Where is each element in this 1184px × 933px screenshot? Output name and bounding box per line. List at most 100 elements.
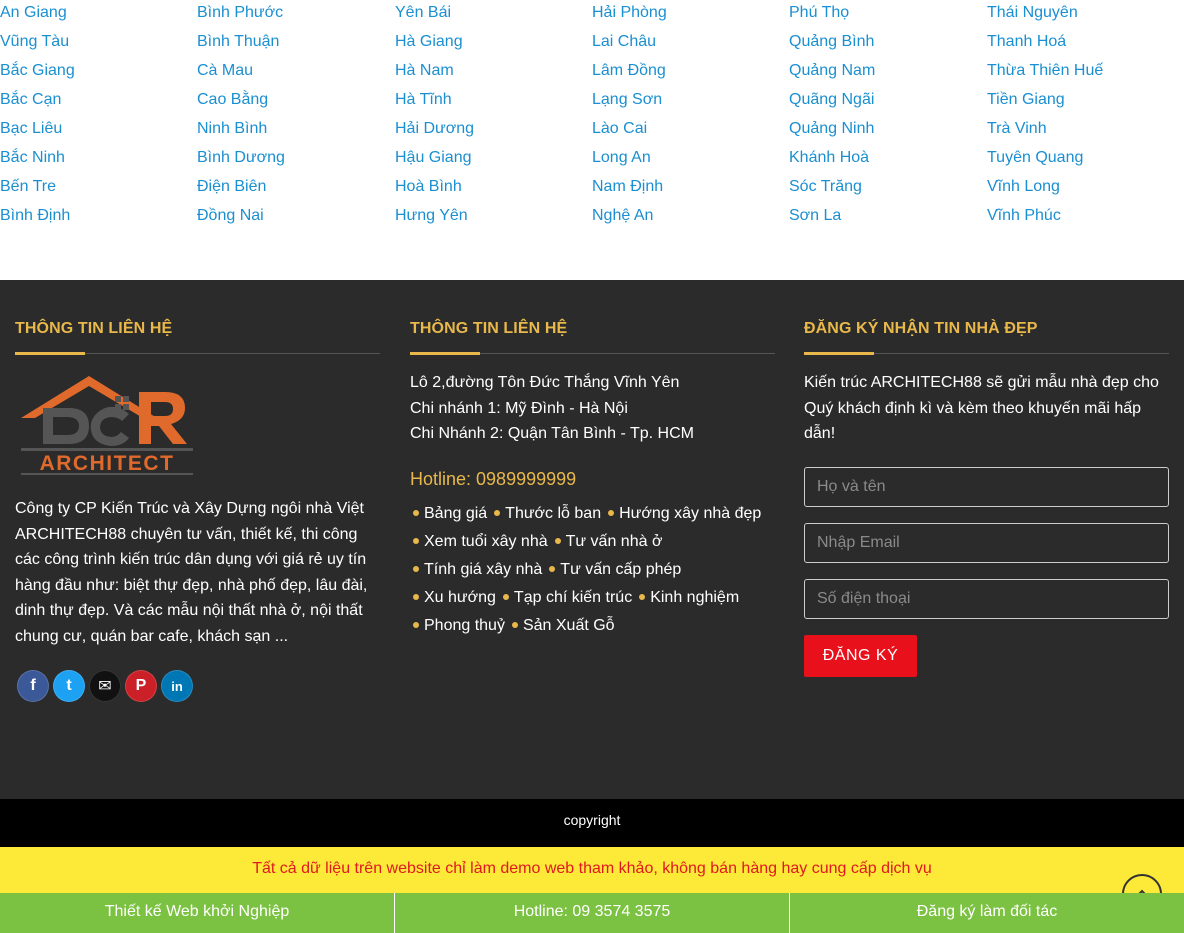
- province-link[interactable]: Bắc Cạn: [0, 87, 197, 116]
- bullet-icon: [639, 593, 646, 600]
- footer-link[interactable]: Xu hướng: [424, 589, 496, 606]
- footer-links-row: Bảng giá Thước lỗ ban Hướng xây nhà đẹp: [410, 500, 775, 528]
- footer-link[interactable]: Xem tuổi xây nhà: [424, 533, 548, 550]
- footer: THÔNG TIN LIÊN HỆ ARCHITECT Công ty CP K…: [0, 280, 1184, 799]
- province-link[interactable]: Cà Mau: [197, 58, 394, 87]
- email-input[interactable]: [804, 523, 1169, 563]
- province-column: Bình Phước Bình Thuận Cà Mau Cao Bằng Ninh B…: [197, 0, 394, 232]
- province-link[interactable]: Bạc Liêu: [0, 116, 197, 145]
- footer-links-row: Phong thuỷ Sản Xuất Gỗ: [410, 612, 775, 640]
- footer-col-title: THÔNG TIN LIÊN HỆ: [410, 320, 568, 337]
- pinterest-icon[interactable]: P: [125, 670, 157, 702]
- footer-link[interactable]: Phong thuỷ: [424, 617, 505, 634]
- footer-link[interactable]: Tư vấn nhà ở: [566, 533, 663, 550]
- province-link[interactable]: Lạng Sơn: [592, 87, 789, 116]
- province-link[interactable]: Sơn La: [789, 203, 986, 232]
- province-link[interactable]: Quãng Ngãi: [789, 87, 986, 116]
- footer-link[interactable]: Tạp chí kiến trúc: [514, 589, 632, 606]
- province-link[interactable]: Phú Thọ: [789, 0, 986, 29]
- facebook-icon[interactable]: f: [17, 670, 49, 702]
- bullet-icon: [413, 565, 419, 572]
- province-link[interactable]: Quảng Bình: [789, 29, 986, 58]
- province-link[interactable]: Khánh Hoà: [789, 145, 986, 174]
- province-link[interactable]: Hậu Giang: [395, 145, 592, 174]
- footer-col-title: THÔNG TIN LIÊN HỆ: [15, 320, 173, 337]
- province-link[interactable]: Bình Thuận: [197, 29, 394, 58]
- twitter-icon[interactable]: t: [53, 670, 85, 702]
- province-link[interactable]: Hà Giang: [395, 29, 592, 58]
- hotline-text[interactable]: Hotline: 0989999999: [410, 469, 576, 490]
- province-link[interactable]: Thanh Hoá: [987, 29, 1184, 58]
- province-link[interactable]: An Giang: [0, 0, 197, 29]
- bullet-icon: [413, 537, 419, 544]
- province-link[interactable]: Hưng Yên: [395, 203, 592, 232]
- bullet-icon: [608, 509, 615, 516]
- address-line: Lô 2,đường Tôn Đức Thắng Vĩnh Yên: [410, 374, 680, 391]
- bottom-action-bar: Thiết kế Web khởi Nghiệp Hotline: 09 357…: [0, 893, 1184, 933]
- province-link[interactable]: Vũng Tàu: [0, 29, 197, 58]
- province-link[interactable]: Yên Bái: [395, 0, 592, 29]
- province-link[interactable]: Thái Nguyên: [987, 0, 1184, 29]
- province-link[interactable]: Hà Tĩnh: [395, 87, 592, 116]
- bullet-icon: [502, 593, 509, 600]
- divider-accent: [410, 352, 480, 355]
- footer-link[interactable]: Tư vấn cấp phép: [560, 561, 681, 578]
- province-link[interactable]: Nghệ An: [592, 203, 789, 232]
- province-link[interactable]: Vĩnh Long: [987, 174, 1184, 203]
- province-link[interactable]: Vĩnh Phúc: [987, 203, 1184, 232]
- province-link[interactable]: Hà Nam: [395, 58, 592, 87]
- footer-link[interactable]: Sản Xuất Gỗ: [523, 617, 615, 634]
- province-link[interactable]: Tiền Giang: [987, 87, 1184, 116]
- province-link[interactable]: Quảng Nam: [789, 58, 986, 87]
- linkedin-icon[interactable]: in: [161, 670, 193, 702]
- province-link[interactable]: Trà Vinh: [987, 116, 1184, 145]
- province-link[interactable]: Bắc Ninh: [0, 145, 197, 174]
- partner-register-link[interactable]: Đăng ký làm đối tác: [790, 893, 1184, 933]
- province-link[interactable]: Tuyên Quang: [987, 145, 1184, 174]
- footer-links-row: Tính giá xây nhà Tư vấn cấp phép: [410, 556, 775, 584]
- startup-web-design-link[interactable]: Thiết kế Web khởi Nghiệp: [0, 893, 395, 933]
- province-link[interactable]: Bình Phước: [197, 0, 394, 29]
- demo-notice: Tất cả dữ liệu trên website chỉ làm demo…: [0, 847, 1184, 893]
- province-link[interactable]: Hải Phòng: [592, 0, 789, 29]
- footer-link[interactable]: Hướng xây nhà đẹp: [619, 505, 761, 522]
- footer-link[interactable]: Thước lỗ ban: [505, 505, 601, 522]
- phone-input[interactable]: [804, 579, 1169, 619]
- province-link[interactable]: Điện Biên: [197, 174, 394, 203]
- footer-links-row: Xu hướng Tạp chí kiến trúc Kinh nghiệm: [410, 584, 775, 612]
- province-link[interactable]: Bến Tre: [0, 174, 197, 203]
- divider-accent: [804, 352, 874, 355]
- address-block: Lô 2,đường Tôn Đức Thắng Vĩnh Yên Chi nh…: [410, 370, 694, 447]
- province-link[interactable]: Đồng Nai: [197, 203, 394, 232]
- province-link[interactable]: Bình Định: [0, 203, 197, 232]
- province-link[interactable]: Hải Dương: [395, 116, 592, 145]
- province-link[interactable]: Long An: [592, 145, 789, 174]
- footer-col-title: ĐĂNG KÝ NHẬN TIN NHÀ ĐẸP: [804, 320, 1038, 337]
- footer-link[interactable]: Bảng giá: [424, 505, 487, 522]
- name-input[interactable]: [804, 467, 1169, 507]
- province-link[interactable]: Thừa Thiên Huế: [987, 58, 1184, 87]
- province-link[interactable]: Bình Dương: [197, 145, 394, 174]
- bullet-icon: [413, 593, 419, 600]
- province-link[interactable]: Lâm Đồng: [592, 58, 789, 87]
- province-column: Thái Nguyên Thanh Hoá Thừa Thiên Huế Tiền G…: [987, 0, 1184, 232]
- province-link[interactable]: Ninh Bình: [197, 116, 394, 145]
- province-link[interactable]: Lào Cai: [592, 116, 789, 145]
- footer-link[interactable]: Tính giá xây nhà: [424, 561, 542, 578]
- svg-text:ARCHITECT: ARCHITECT: [40, 452, 175, 475]
- province-column: Phú Thọ Quảng Bình Quảng Nam Quãng Ngãi Quản…: [789, 0, 986, 232]
- bullet-icon: [413, 509, 419, 516]
- company-logo[interactable]: ARCHITECT: [19, 372, 199, 476]
- province-link[interactable]: Nam Định: [592, 174, 789, 203]
- hotline-link[interactable]: Hotline: 09 3574 3575: [395, 893, 790, 933]
- subscribe-button[interactable]: ĐĂNG KÝ: [804, 635, 917, 677]
- footer-link[interactable]: Kinh nghiệm: [650, 589, 739, 606]
- province-link[interactable]: Cao Bằng: [197, 87, 394, 116]
- province-link[interactable]: Quảng Ninh: [789, 116, 986, 145]
- email-icon[interactable]: ✉: [89, 670, 121, 702]
- province-column: Hải Phòng Lai Châu Lâm Đồng Lạng Sơn Lào Cai…: [592, 0, 789, 232]
- province-link[interactable]: Hoà Bình: [395, 174, 592, 203]
- province-link[interactable]: Lai Châu: [592, 29, 789, 58]
- province-link[interactable]: Bắc Giang: [0, 58, 197, 87]
- province-link[interactable]: Sóc Trăng: [789, 174, 986, 203]
